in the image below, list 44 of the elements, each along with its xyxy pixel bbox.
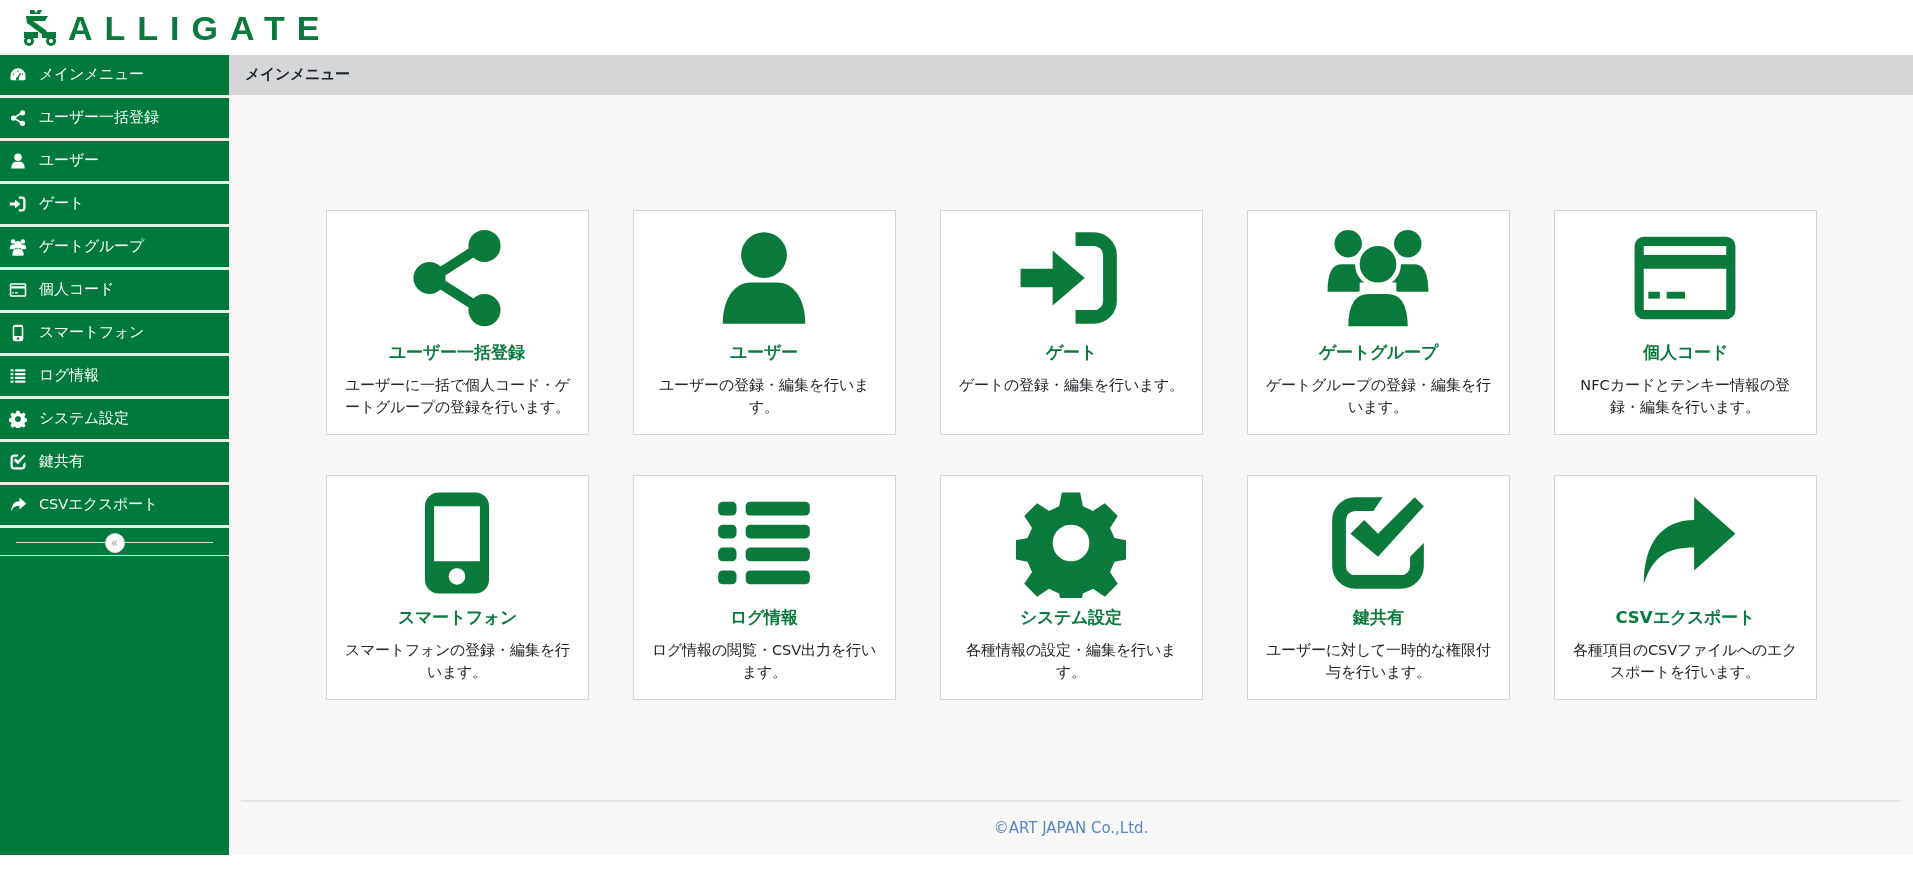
logo-text: ALLIGATE [68, 10, 332, 45]
sidebar-item[interactable]: システム設定 [0, 399, 229, 439]
card-title: ゲート [1045, 342, 1097, 364]
menu-card[interactable]: ゲート ゲートの登録・編集を行います。 [939, 210, 1203, 435]
menu-card[interactable]: スマートフォン スマートフォンの登録・編集を行います。 [325, 475, 589, 700]
card-title: 個人コード [1642, 342, 1728, 364]
card-title: ユーザー一括登録 [389, 342, 525, 364]
card-description: ユーザーに一括で個人コード・ゲートグループの登録を行います。 [343, 375, 572, 418]
card-description: 各種情報の設定・編集を行います。 [965, 640, 1177, 683]
card-description: スマートフォンの登録・編集を行います。 [343, 640, 571, 683]
card-description: NFCカードとテンキー情報の登録・編集を行います。 [1579, 375, 1791, 418]
sidebar-item[interactable]: ユーザー [0, 141, 229, 181]
menu-card[interactable]: ゲートグループ ゲートグループの登録・編集を行います。 [1246, 210, 1510, 435]
card-description: ユーザーの登録・編集を行います。 [658, 375, 870, 418]
card-title: 鍵共有 [1352, 607, 1404, 629]
copyright-text: ©ART JAPAN Co.,Ltd. [993, 818, 1149, 840]
sidebar-item[interactable]: スマートフォン [0, 313, 229, 353]
menu-card[interactable]: 個人コード NFCカードとテンキー情報の登録・編集を行います。 [1553, 210, 1817, 435]
card-description: ユーザーに対して一時的な権限付与を行います。 [1264, 640, 1492, 683]
sidebar-item[interactable]: CSVエクスポート [0, 485, 229, 525]
card-title: ログ情報 [730, 607, 798, 629]
menu-card[interactable]: ユーザー ユーザーの登録・編集を行います。 [632, 210, 896, 435]
menu-card[interactable]: ユーザー一括登録 ユーザーに一括で個人コード・ゲートグループの登録を行います。 [325, 210, 589, 435]
collapse-button[interactable]: « [104, 532, 125, 553]
card-title: システム設定 [1020, 607, 1122, 629]
card-description: ログ情報の閲覧・CSV出力を行います。 [650, 640, 878, 683]
sidebar-item[interactable]: ゲート [0, 184, 229, 224]
card-title: CSVエクスポート [1615, 607, 1755, 629]
menu-card[interactable]: システム設定 各種情報の設定・編集を行います。 [939, 475, 1203, 700]
sidebar-item[interactable]: 個人コード [0, 270, 229, 310]
card-title: ユーザー [730, 342, 798, 364]
card-description: 各種項目のCSVファイルへのエクスポートを行います。 [1571, 640, 1799, 683]
card-title: スマートフォン [397, 607, 517, 629]
sidebar-item[interactable]: ゲートグループ [0, 227, 229, 267]
menu-card[interactable]: CSVエクスポート 各種項目のCSVファイルへのエクスポートを行います。 [1553, 475, 1817, 700]
sidebar-item[interactable]: ユーザー一括登録 [0, 98, 229, 138]
card-description: ゲートグループの登録・編集を行います。 [1264, 375, 1492, 418]
sidebar-item[interactable]: ログ情報 [0, 356, 229, 396]
card-description: ゲートの登録・編集を行います。 [957, 375, 1185, 395]
page-title: メインメニュー [245, 65, 350, 85]
card-title: ゲートグループ [1318, 342, 1438, 364]
sidebar-item[interactable]: 鍵共有 [0, 442, 229, 482]
menu-card[interactable]: 鍵共有 ユーザーに対して一時的な権限付与を行います。 [1246, 475, 1510, 700]
menu-card[interactable]: ログ情報 ログ情報の閲覧・CSV出力を行います。 [632, 475, 896, 700]
